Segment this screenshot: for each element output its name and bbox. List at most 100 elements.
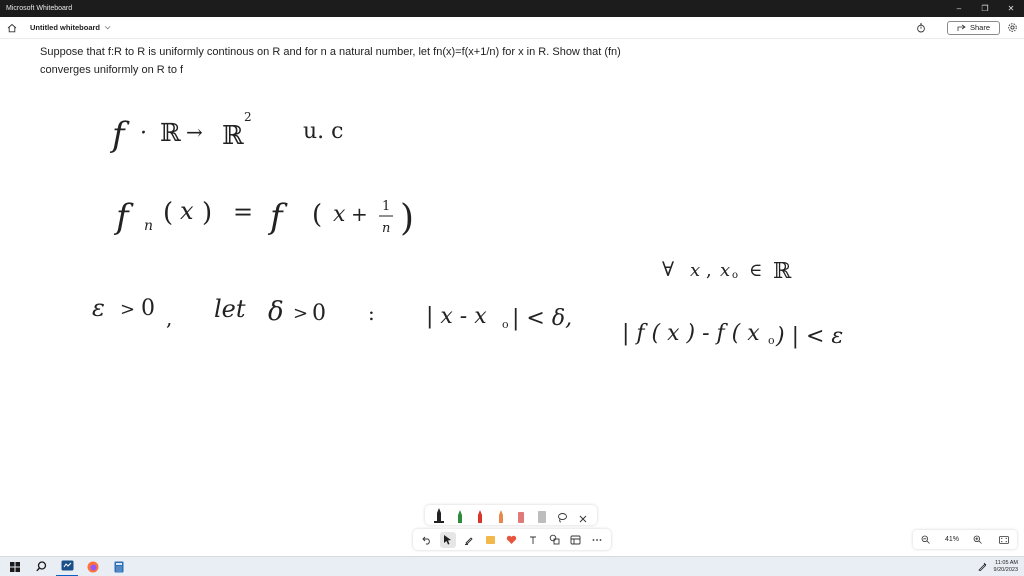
- ink-line3-forall: ∀: [662, 257, 674, 281]
- orange-pen-icon: [498, 510, 503, 523]
- ink-line4-abs2-end: ) | < ε: [775, 324, 843, 349]
- ink-line2-x2: x: [333, 202, 346, 227]
- timer-button[interactable]: [911, 18, 931, 38]
- ellipsis-icon: [592, 538, 602, 541]
- zoom-out-icon: [922, 535, 931, 544]
- ink-line3-sub0: o: [732, 270, 738, 281]
- window-title-bar: Microsoft Whiteboard – ❐ ✕: [0, 0, 1024, 17]
- heart-icon: [507, 535, 517, 544]
- zoom-out-button[interactable]: [919, 533, 933, 547]
- ink-line4-abs1-sub0: o: [502, 318, 509, 331]
- settings-button[interactable]: [1004, 20, 1020, 36]
- tool-tray: [413, 529, 611, 550]
- timer-icon: [917, 23, 925, 32]
- chevron-down-icon: ⌵: [105, 23, 111, 31]
- ink-line2-one: 1: [382, 199, 390, 214]
- undo-icon: [422, 536, 430, 544]
- pen-black[interactable]: [434, 507, 445, 523]
- lasso-tool[interactable]: [557, 507, 568, 523]
- close-button[interactable]: ✕: [998, 0, 1024, 17]
- pen-tray-icon: [978, 562, 987, 571]
- start-button[interactable]: [4, 557, 26, 576]
- sticky-note-tool[interactable]: [483, 532, 499, 548]
- share-icon: [957, 24, 966, 31]
- fit-to-screen-button[interactable]: [997, 533, 1011, 547]
- fit-screen-icon: [999, 535, 1009, 544]
- restore-button[interactable]: ❐: [972, 0, 998, 17]
- pen-orange[interactable]: [495, 507, 506, 523]
- whiteboard-app-icon: [61, 560, 73, 571]
- board-title-menu[interactable]: Untitled whiteboard ⌵: [30, 23, 110, 32]
- whiteboard-canvas[interactable]: Suppose that f:R to R is uniformly conti…: [0, 40, 1024, 556]
- template-icon: [571, 535, 581, 544]
- board-title: Untitled whiteboard: [30, 23, 100, 32]
- ink-line4-abs2-sub0: o: [768, 334, 775, 347]
- zoom-in-button[interactable]: [971, 533, 985, 547]
- windows-taskbar: 11:05 AM 9/20/2023: [0, 556, 1024, 576]
- share-label: Share: [969, 23, 990, 32]
- system-clock[interactable]: 11:05 AM 9/20/2023: [994, 560, 1018, 574]
- zoom-level: 41%: [944, 536, 959, 543]
- share-button[interactable]: Share: [946, 20, 1000, 35]
- reactions-tool[interactable]: [504, 532, 520, 548]
- pen-tray: [425, 505, 597, 525]
- ink-line1-R2: ℝ: [222, 121, 244, 151]
- highlighter-gray[interactable]: [536, 507, 547, 523]
- cursor-arrow-icon: [444, 535, 452, 545]
- ink-line3-comma: ,: [706, 260, 712, 281]
- ink-line2-equals: =: [233, 198, 253, 226]
- taskbar-calculator-app[interactable]: [108, 557, 130, 576]
- close-pen-tray[interactable]: [577, 507, 588, 523]
- pen-pink[interactable]: [516, 507, 527, 523]
- calculator-icon: [114, 561, 124, 572]
- gray-highlighter-icon: [537, 511, 546, 523]
- zoom-in-icon: [974, 535, 983, 544]
- ink-line1-arrow: →: [186, 120, 203, 144]
- taskbar-whiteboard-app[interactable]: [56, 557, 78, 576]
- zoom-controls: 41%: [913, 530, 1017, 549]
- close-icon: [579, 515, 587, 523]
- ink-line2-rparen: ): [202, 198, 212, 228]
- select-tool[interactable]: [439, 531, 456, 548]
- gear-icon: [1007, 23, 1017, 32]
- home-icon: [7, 23, 17, 32]
- undo-button[interactable]: [419, 532, 435, 548]
- pen-menu-tray-button[interactable]: [976, 560, 990, 574]
- ink-line4-abs1-end: | < δ,: [512, 306, 572, 331]
- ink-line2-lparen2: (: [312, 200, 322, 230]
- window-title: Microsoft Whiteboard: [6, 5, 73, 12]
- templates-tool[interactable]: [568, 532, 584, 548]
- ink-line2-sub-n: n: [144, 218, 153, 234]
- ink-line1-f: f: [109, 115, 130, 155]
- firefox-icon: [87, 561, 99, 572]
- more-options-button[interactable]: [589, 532, 605, 548]
- home-button[interactable]: [1, 17, 23, 39]
- pen-tool[interactable]: [461, 532, 477, 548]
- text-icon: [530, 536, 537, 544]
- ink-line4-abs1: | x - x: [426, 304, 487, 329]
- pen-red[interactable]: [475, 507, 486, 523]
- ink-line3-x0: x: [720, 260, 730, 281]
- text-tool[interactable]: [525, 532, 541, 548]
- ink-line4-epsilon: ε: [92, 294, 105, 322]
- shapes-tool[interactable]: [547, 532, 563, 548]
- window-controls: – ❐ ✕: [946, 0, 1024, 17]
- ink-line2-f: f: [113, 197, 134, 237]
- ink-line2-denominator-n: n: [382, 221, 390, 236]
- clock-date: 9/20/2023: [993, 566, 1018, 573]
- ink-line2-rparen2: ): [400, 198, 414, 239]
- search-button[interactable]: [30, 557, 52, 576]
- red-pen-icon: [478, 510, 483, 523]
- pen-green[interactable]: [454, 507, 465, 523]
- ink-line2-f2: f: [267, 197, 288, 237]
- ink-line3-in: ∈: [749, 260, 762, 281]
- clock-time: 11:05 AM: [995, 559, 1018, 566]
- ink-line4-let: let: [214, 295, 246, 323]
- ink-line4-comma: ,: [166, 306, 172, 330]
- taskbar-firefox-app[interactable]: [82, 557, 104, 576]
- handwritten-ink[interactable]: f · ℝ → ℝ 2 u. c f n ( x ) = f ( x + 1 n…: [0, 40, 1024, 510]
- black-pen-icon: [434, 508, 445, 523]
- green-pen-icon: [457, 510, 462, 523]
- minimize-button[interactable]: –: [946, 0, 972, 17]
- ink-line2-plus: +: [351, 202, 368, 226]
